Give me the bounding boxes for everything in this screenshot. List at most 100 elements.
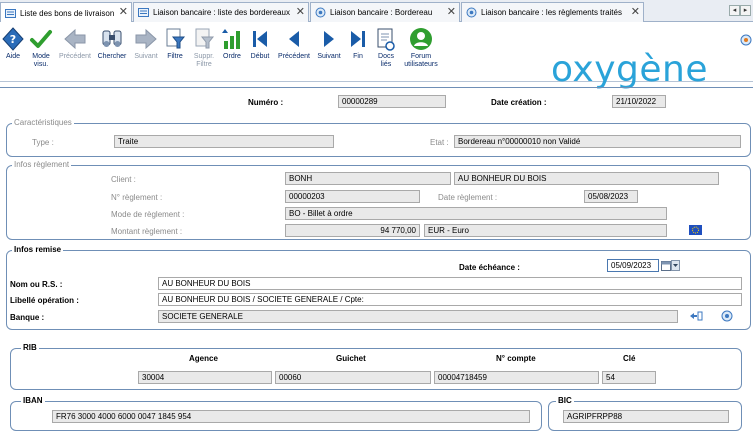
date-creation-field[interactable]: 21/10/2022 <box>612 95 666 108</box>
num-reglement-field[interactable]: 00000203 <box>285 190 420 203</box>
cle-label: Clé <box>623 354 636 363</box>
date-echeance-input[interactable]: 05/09/2023 <box>607 259 659 272</box>
banque-field[interactable]: SOCIETE GENERALE <box>158 310 678 323</box>
filtre-button[interactable]: Filtre <box>163 27 187 61</box>
mode-visu-button[interactable]: Mode visu. <box>28 27 54 69</box>
guichet-field[interactable]: 00060 <box>275 371 431 384</box>
tab-label: Liaison bancaire : les règlements traité… <box>481 8 622 17</box>
num-compte-label: N° compte <box>496 354 536 363</box>
tab-bar: Liste des bons de livraison ✕ Liaison ba… <box>0 0 753 23</box>
checkmark-icon <box>30 30 52 48</box>
eu-flag-icon[interactable] <box>689 225 702 235</box>
chercher-button[interactable]: Chercher <box>96 27 128 61</box>
precedent-button[interactable]: Précédent <box>56 27 94 61</box>
date-reglement-label: Date règlement : <box>438 193 498 202</box>
sort-icon <box>222 29 240 49</box>
settings-icon[interactable] <box>740 34 752 46</box>
caracteristiques-legend: Caractéristiques <box>12 118 74 127</box>
montant-reglement-label: Montant règlement : <box>111 227 183 236</box>
remove-filter-icon <box>195 28 215 49</box>
infos-reglement-legend: Infos règlement <box>12 160 72 169</box>
client-name-field[interactable]: AU BONHEUR DU BOIS <box>454 172 719 185</box>
first-record-icon <box>253 31 267 47</box>
bank-info-icon[interactable] <box>721 310 733 322</box>
next-record-icon <box>324 31 334 47</box>
filter-icon <box>166 28 186 49</box>
mode-reglement-field[interactable]: BO - Billet à ordre <box>285 207 667 220</box>
main-content: Numéro : 00000289 Date création : 21/10/… <box>0 83 753 433</box>
toolbar: ? Aide Mode visu. Précédent Chercher Sui… <box>0 22 753 88</box>
iban-legend: IBAN <box>21 396 45 405</box>
precedent-record-button[interactable]: Précédent <box>275 27 313 61</box>
tab-bordereau[interactable]: Liaison bancaire : Bordereau ✕ <box>310 2 460 22</box>
binoculars-icon <box>102 30 122 47</box>
bank-icon <box>315 7 326 18</box>
libelle-operation-input[interactable]: AU BONHEUR DU BOIS / SOCIETE GENERALE / … <box>158 293 742 306</box>
tab-liste-bordereaux[interactable]: Liaison bancaire : liste des bordereaux … <box>133 2 309 22</box>
arrow-left-icon <box>64 28 86 50</box>
last-record-icon <box>351 31 365 47</box>
infos-remise-legend: Infos remise <box>12 245 64 254</box>
tab-reglements-traites[interactable]: Liaison bancaire : les règlements traité… <box>461 2 644 22</box>
date-creation-label: Date création : <box>491 98 547 107</box>
nom-rs-label: Nom ou R.S. : <box>10 280 63 289</box>
agence-label: Agence <box>189 354 218 363</box>
top-divider <box>0 87 753 88</box>
bank-select-icon[interactable] <box>689 311 703 321</box>
tab-label: Liste des bons de livraison <box>20 8 115 18</box>
bank-icon <box>466 7 477 18</box>
suivant-record-button[interactable]: Suivant <box>314 27 344 61</box>
suivant-button[interactable]: Suivant <box>130 27 162 61</box>
close-icon[interactable]: ✕ <box>631 6 640 18</box>
tab-scroll-left-icon[interactable]: ◂ <box>729 5 740 16</box>
list-icon <box>138 8 149 17</box>
fin-button[interactable]: Fin <box>346 27 370 61</box>
banque-label: Banque : <box>10 313 45 322</box>
devise-field[interactable]: EUR - Euro <box>424 224 667 237</box>
aide-button[interactable]: ? Aide <box>2 27 24 61</box>
svg-text:?: ? <box>10 33 16 46</box>
previous-record-icon <box>289 31 299 47</box>
mode-reglement-label: Mode de règlement : <box>111 210 185 219</box>
help-icon: ? <box>2 27 24 51</box>
close-icon[interactable]: ✕ <box>119 6 128 18</box>
suppr-filtre-button[interactable]: Suppr. Filtre <box>191 27 217 69</box>
ordre-button[interactable]: Ordre <box>219 27 245 61</box>
arrow-right-icon <box>135 28 157 50</box>
etat-label: Etat : <box>430 138 449 147</box>
debut-button[interactable]: Début <box>247 27 273 61</box>
nom-rs-input[interactable]: AU BONHEUR DU BOIS <box>158 277 742 290</box>
tab-label: Liaison bancaire : Bordereau <box>330 8 433 17</box>
agence-field[interactable]: 30004 <box>138 371 272 384</box>
calendar-icon[interactable] <box>661 260 671 271</box>
num-reglement-label: N° règlement : <box>111 193 163 202</box>
type-label: Type : <box>32 138 54 147</box>
chevron-down-icon[interactable] <box>671 260 680 271</box>
tab-scroll-right-icon[interactable]: ▸ <box>740 5 751 16</box>
type-field[interactable]: Traite <box>114 135 334 148</box>
tab-label: Liaison bancaire : liste des bordereaux <box>153 8 290 17</box>
date-echeance-label: Date échéance : <box>459 263 520 272</box>
date-reglement-field[interactable]: 05/08/2023 <box>584 190 638 203</box>
libelle-operation-label: Libellé opération : <box>10 296 79 305</box>
list-icon <box>5 8 16 18</box>
numero-label: Numéro : <box>248 98 284 107</box>
tab-liste-bons-livraison[interactable]: Liste des bons de livraison ✕ <box>0 2 132 23</box>
bic-legend: BIC <box>556 396 574 405</box>
forum-icon <box>410 28 432 50</box>
etat-field[interactable]: Bordereau n°00000010 non Validé <box>454 135 741 148</box>
docs-lies-button[interactable]: Docs liés <box>373 27 399 69</box>
num-compte-field[interactable]: 00004718459 <box>434 371 599 384</box>
cle-field[interactable]: 54 <box>602 371 656 384</box>
client-code-field[interactable]: BONH <box>285 172 451 185</box>
linked-docs-icon <box>377 28 395 51</box>
numero-field[interactable]: 00000289 <box>338 95 446 108</box>
bic-field[interactable]: AGRIPFRPP88 <box>563 410 729 423</box>
iban-field[interactable]: FR76 3000 4000 6000 0047 1845 954 <box>52 410 530 423</box>
forum-utilisateurs-button[interactable]: Forum utilisateurs <box>401 27 441 69</box>
client-label: Client : <box>111 175 136 184</box>
close-icon[interactable]: ✕ <box>296 6 305 18</box>
close-icon[interactable]: ✕ <box>447 6 456 18</box>
rib-legend: RIB <box>21 343 39 352</box>
montant-field[interactable]: 94 770,00 <box>285 224 420 237</box>
